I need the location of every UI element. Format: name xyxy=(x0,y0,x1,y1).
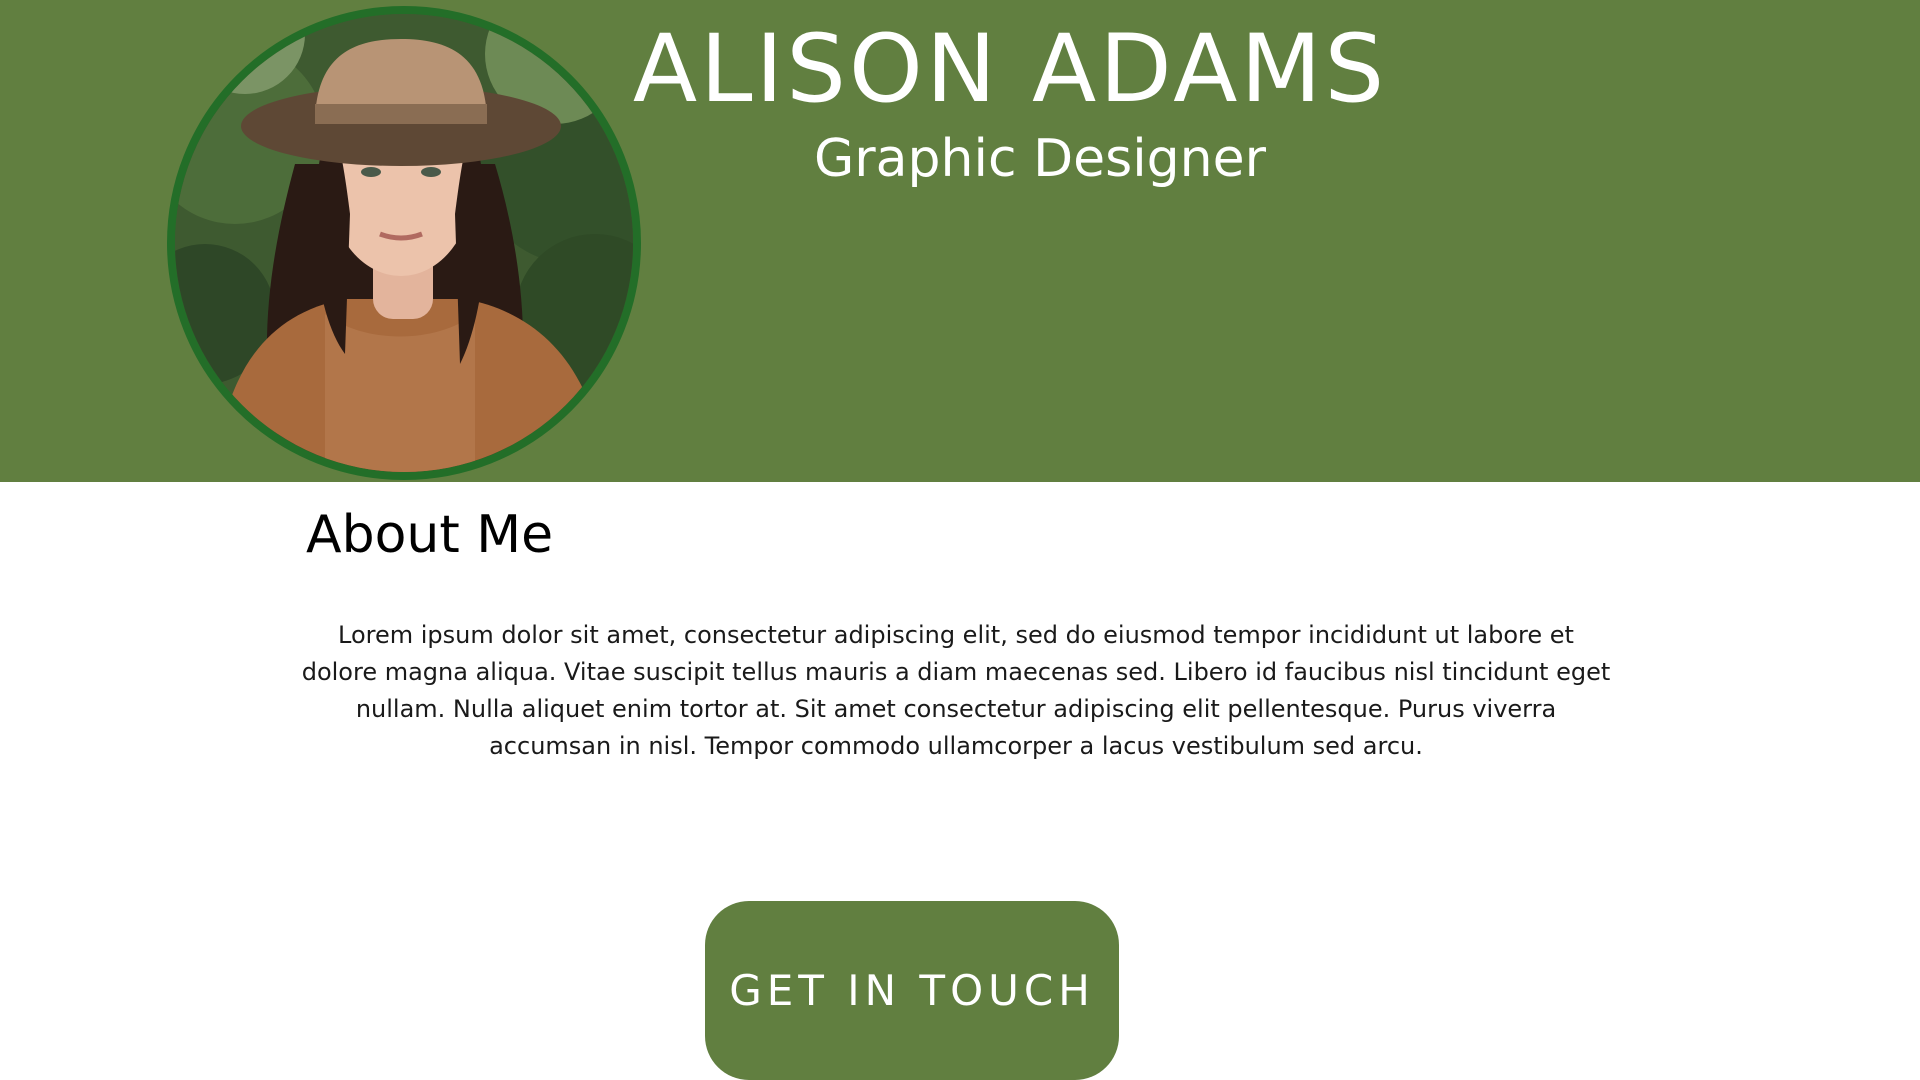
job-title: Graphic Designer xyxy=(814,129,1266,189)
about-paragraph: Lorem ipsum dolor sit amet, consectetur … xyxy=(301,621,1611,760)
get-in-touch-button[interactable]: GET IN TOUCH xyxy=(705,901,1119,1080)
portfolio-page: ALISON ADAMS Graphic Designer About Me L… xyxy=(0,0,1920,1080)
hero-header: ALISON ADAMS Graphic Designer xyxy=(0,0,1920,482)
about-heading: About Me xyxy=(306,505,554,565)
person-name: ALISON ADAMS xyxy=(632,15,1388,124)
